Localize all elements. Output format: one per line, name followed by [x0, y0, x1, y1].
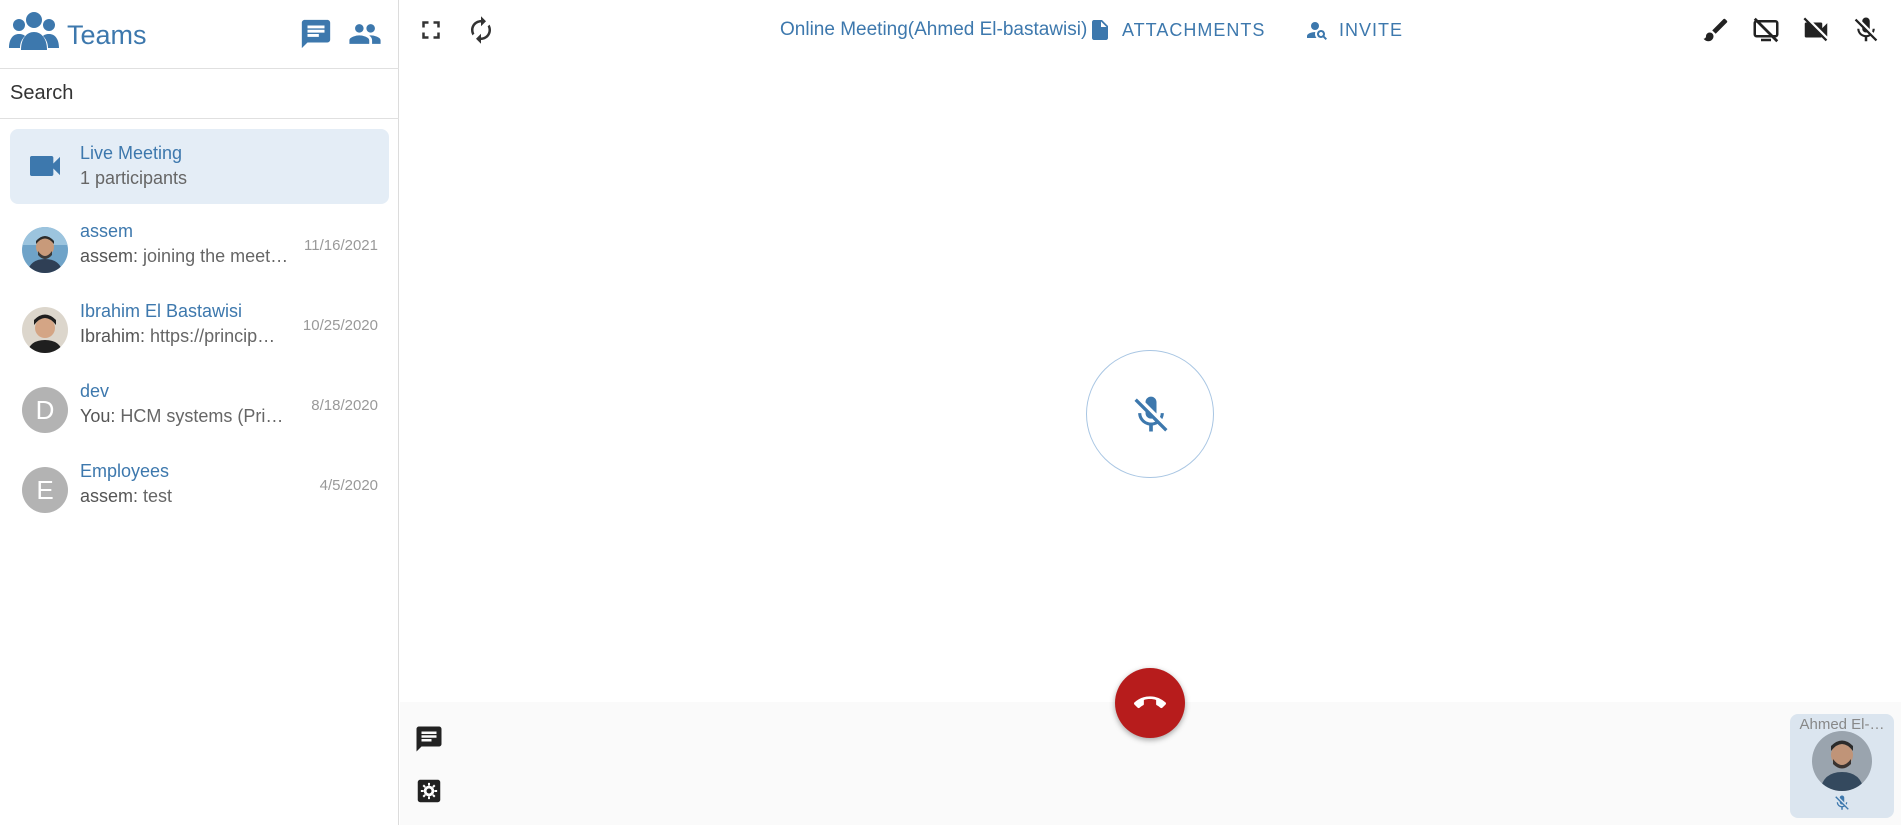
- mic-off-icon: [1854, 17, 1878, 42]
- conversation-item-employees[interactable]: E Employees assem: test 4/5/2020: [0, 447, 399, 527]
- chat-panel-button[interactable]: [414, 724, 444, 754]
- speaker-mic-indicator: [1086, 350, 1214, 478]
- screen-share-off-icon: [1753, 17, 1779, 43]
- avatar: E: [22, 467, 68, 513]
- preview-sender: assem:: [80, 486, 139, 506]
- mic-toggle-button[interactable]: [1851, 15, 1881, 45]
- preview-text: test: [143, 486, 173, 506]
- preview-sender: assem:: [80, 246, 139, 266]
- preview-text: joining the meet…: [143, 246, 289, 266]
- app-title: Teams: [67, 20, 147, 50]
- attachments-button[interactable]: ATTACHMENTS: [1088, 16, 1265, 44]
- call-end-icon: [1134, 696, 1166, 709]
- conversation-preview: assem: test: [80, 486, 290, 507]
- live-meeting-item[interactable]: Live Meeting 1 participants: [10, 129, 389, 204]
- conversation-preview: You: HCM systems (Prin…: [80, 406, 290, 427]
- end-call-button[interactable]: [1115, 668, 1185, 738]
- videocam-icon: [30, 156, 60, 176]
- chat-icon: [301, 19, 331, 49]
- settings-button[interactable]: [414, 776, 444, 806]
- fullscreen-button[interactable]: [416, 15, 446, 45]
- conversation-name: Employees: [80, 461, 170, 481]
- mic-off-icon: [1835, 795, 1849, 810]
- avatar: D: [22, 387, 68, 433]
- fullscreen-icon: [422, 21, 440, 39]
- mic-off-icon: [1134, 396, 1168, 432]
- conversation-date: 10/25/2020: [302, 317, 378, 334]
- meeting-title: Online Meeting(Ahmed El-bastawisi): [780, 19, 1088, 40]
- preview-text: https://princip…: [150, 326, 276, 346]
- live-meeting-name: Live Meeting: [80, 143, 183, 163]
- group-icon: [9, 12, 59, 50]
- participant-tile[interactable]: Ahmed El-…: [1790, 714, 1894, 818]
- document-icon: [1092, 20, 1108, 40]
- invite-label: INVITE: [1339, 19, 1404, 40]
- conversation-item-assem[interactable]: assem assem: joining the meet… 11/16/202…: [0, 207, 399, 287]
- live-meeting-subtitle: 1 participants: [80, 168, 188, 188]
- invite-button[interactable]: INVITE: [1305, 16, 1403, 44]
- video-stage: [400, 58, 1901, 702]
- sidebar: Teams Live Meeting 1 participants: [0, 0, 399, 825]
- conversation-name: dev: [80, 381, 110, 401]
- conversation-preview: Ibrahim: https://princip…: [80, 326, 290, 347]
- avatar: [1812, 731, 1872, 791]
- conversation-item-dev[interactable]: D dev You: HCM systems (Prin… 8/18/2020: [0, 367, 399, 447]
- contacts-button[interactable]: [348, 17, 382, 51]
- brush-icon: [1703, 18, 1728, 42]
- preview-sender: You:: [80, 406, 116, 426]
- refresh-button[interactable]: [466, 15, 496, 45]
- settings-icon: [417, 779, 441, 803]
- avatar: [22, 307, 68, 353]
- screen-share-button[interactable]: [1751, 15, 1781, 45]
- whiteboard-button[interactable]: [1701, 15, 1731, 45]
- refresh-icon: [471, 16, 491, 44]
- people-icon: [349, 24, 381, 44]
- conversation-date: 11/16/2021: [304, 237, 378, 254]
- conversation-date: 4/5/2020: [319, 477, 378, 494]
- search-box: [0, 69, 399, 119]
- conversation-preview: assem: joining the meet…: [80, 246, 290, 267]
- person-search-icon: [1307, 22, 1327, 40]
- avatar: [22, 227, 68, 273]
- meeting-area: Online Meeting(Ahmed El-bastawisi) ATTAC…: [400, 0, 1901, 825]
- attachments-label: ATTACHMENTS: [1122, 19, 1266, 40]
- meeting-toolbar: Online Meeting(Ahmed El-bastawisi) ATTAC…: [400, 0, 1901, 58]
- preview-sender: Ibrahim:: [80, 326, 146, 346]
- conversation-name: Ibrahim El Bastawisi: [80, 301, 243, 321]
- sidebar-header: Teams: [0, 0, 399, 69]
- conversation-item-ibrahim[interactable]: Ibrahim El Bastawisi Ibrahim: https://pr…: [0, 287, 399, 367]
- camera-toggle-button[interactable]: [1801, 15, 1831, 45]
- chat-button[interactable]: [299, 17, 333, 51]
- list-icon: [416, 726, 442, 752]
- conversation-date: 8/18/2020: [311, 397, 378, 414]
- preview-text: HCM systems (Prin…: [120, 406, 290, 426]
- search-input[interactable]: [0, 69, 398, 118]
- video-off-icon: [1803, 17, 1828, 42]
- conversation-name: assem: [80, 221, 134, 241]
